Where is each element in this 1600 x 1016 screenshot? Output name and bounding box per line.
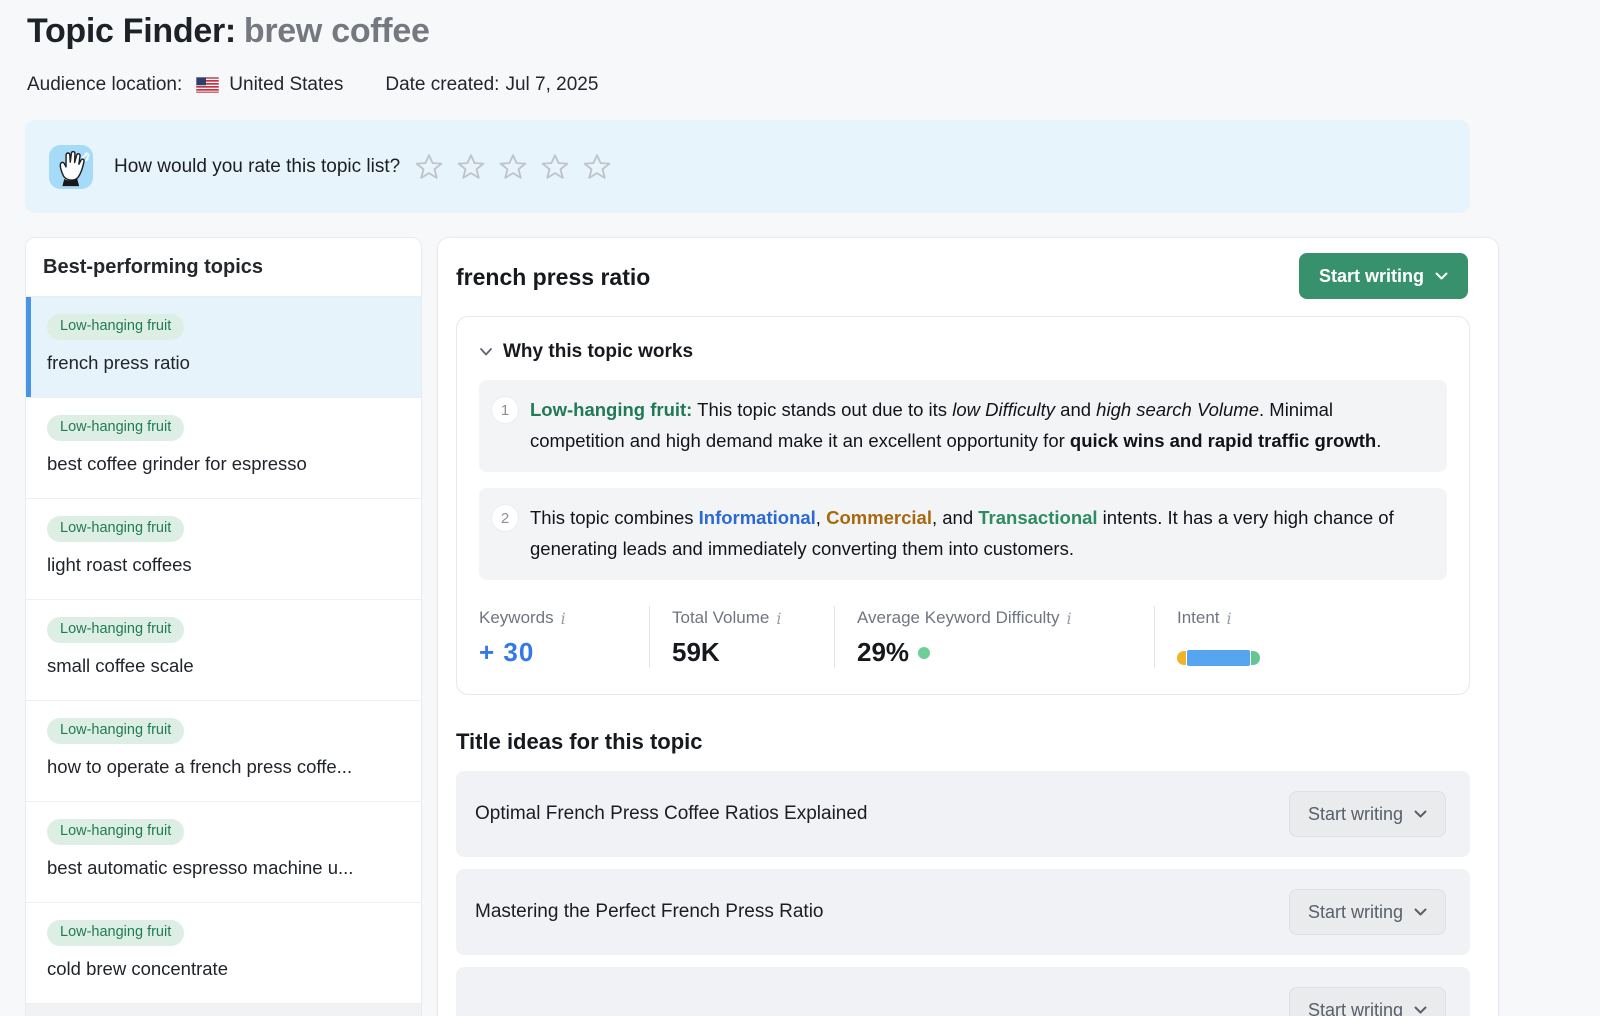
sidebar-item-best-coffee-grinder[interactable]: Low-hanging fruit best coffee grinder fo… xyxy=(26,398,421,499)
best-performing-topics-panel: Best-performing topics Low-hanging fruit… xyxy=(25,237,422,1016)
title-idea-text: Mastering the Perfect French Press Ratio xyxy=(475,901,823,923)
title-ideas-heading: Title ideas for this topic xyxy=(456,729,703,755)
start-writing-label: Start writing xyxy=(1319,266,1424,287)
difficulty-status-dot xyxy=(918,647,930,659)
title-idea-card: Optimal French Press Coffee Ratios Expla… xyxy=(456,771,1470,857)
low-hanging-fruit-badge: Low-hanging fruit xyxy=(47,314,184,340)
page-title-prefix: Topic Finder: xyxy=(27,12,236,50)
info-icon[interactable]: i xyxy=(1227,609,1232,628)
difficulty-value: 29% xyxy=(857,637,1154,668)
chevron-down-icon xyxy=(1414,1006,1427,1015)
sidebar-item-cold-brew-concentrate[interactable]: Low-hanging fruit cold brew concentrate xyxy=(26,903,421,1004)
topic-detail-panel: french press ratio Start writing Why thi… xyxy=(437,237,1499,1016)
sidebar-item-label: small coffee scale xyxy=(47,655,406,677)
intent-commercial: Commercial xyxy=(826,507,932,528)
page-subtitle: Audience location: United States Date cr… xyxy=(27,74,598,96)
page-title: Topic Finder:brew coffee xyxy=(27,12,430,51)
reason-low-hanging-fruit: 1 Low-hanging fruit: This topic stands o… xyxy=(479,380,1447,472)
low-hanging-fruit-badge: Low-hanging fruit xyxy=(47,718,184,744)
info-icon[interactable]: i xyxy=(561,609,566,628)
star-icon[interactable] xyxy=(456,152,486,182)
audience-location-label: Audience location: xyxy=(27,74,182,96)
difficulty-label: Average Keyword Difficulty xyxy=(857,608,1060,628)
intent-transactional: Transactional xyxy=(978,507,1097,528)
rating-banner: How would you rate this topic list? xyxy=(25,120,1470,213)
start-writing-button[interactable]: Start writing xyxy=(1289,987,1446,1016)
metric-total-volume: Total Volume i 59K xyxy=(649,606,834,668)
start-writing-label: Start writing xyxy=(1308,804,1403,825)
sidebar-item-how-to-operate-french-press[interactable]: Low-hanging fruit how to operate a frenc… xyxy=(26,701,421,802)
title-idea-text: Optimal French Press Coffee Ratios Expla… xyxy=(475,803,868,825)
sidebar-item-label: french press ratio xyxy=(47,352,406,374)
title-idea-card-partial: Start writing xyxy=(456,967,1470,1016)
sidebar-item-label: best automatic espresso machine u... xyxy=(47,857,406,879)
start-writing-button[interactable]: Start writing xyxy=(1299,253,1468,299)
start-writing-label: Start writing xyxy=(1308,902,1403,923)
star-icon[interactable] xyxy=(582,152,612,182)
reason-intents: 2 This topic combines Informational, Com… xyxy=(479,488,1447,580)
start-writing-button[interactable]: Start writing xyxy=(1289,791,1446,837)
info-icon[interactable]: i xyxy=(776,609,781,628)
start-writing-label: Start writing xyxy=(1308,1000,1403,1016)
sidebar-item-french-press-ratio[interactable]: Low-hanging fruit french press ratio xyxy=(26,297,421,398)
topic-title: french press ratio xyxy=(456,264,650,291)
chevron-down-icon xyxy=(1414,908,1427,917)
metric-keyword-difficulty: Average Keyword Difficulty i 29% xyxy=(834,606,1154,668)
intent-label: Intent xyxy=(1177,608,1220,628)
start-writing-button[interactable]: Start writing xyxy=(1289,889,1446,935)
chevron-down-icon xyxy=(479,347,493,357)
total-volume-label: Total Volume xyxy=(672,608,769,628)
why-topic-works-header[interactable]: Why this topic works xyxy=(479,341,1447,363)
sidebar-item-label: how to operate a french press coffe... xyxy=(47,756,406,778)
low-hanging-fruit-badge: Low-hanging fruit xyxy=(47,920,184,946)
date-created-label: Date created: xyxy=(385,74,499,96)
chevron-down-icon xyxy=(1414,810,1427,819)
rating-stars xyxy=(414,152,612,182)
intent-bar-commercial-segment xyxy=(1177,651,1186,665)
metric-intent: Intent i xyxy=(1154,606,1447,668)
date-created: Date created: Jul 7, 2025 xyxy=(385,74,598,96)
date-created-value: Jul 7, 2025 xyxy=(505,74,598,96)
audience-location-value: United States xyxy=(229,74,343,96)
reason-number-badge: 2 xyxy=(492,505,518,531)
star-icon[interactable] xyxy=(498,152,528,182)
keywords-value: + 30 xyxy=(479,637,649,668)
sidebar-item-label: cold brew concentrate xyxy=(47,958,406,980)
intent-bar-informational-segment xyxy=(1187,650,1250,666)
sidebar-title: Best-performing topics xyxy=(26,238,421,297)
chevron-down-icon xyxy=(1435,272,1448,281)
low-hanging-fruit-badge: Low-hanging fruit xyxy=(47,516,184,542)
keywords-label: Keywords xyxy=(479,608,554,628)
low-hanging-fruit-badge: Low-hanging fruit xyxy=(47,819,184,845)
intent-bar-transactional-segment xyxy=(1251,651,1260,665)
reason-text: Low-hanging fruit: This topic stands out… xyxy=(530,394,1427,456)
sidebar-item-small-coffee-scale[interactable]: Low-hanging fruit small coffee scale xyxy=(26,600,421,701)
waving-hand-icon xyxy=(48,144,94,190)
intent-informational: Informational xyxy=(699,507,816,528)
us-flag-icon xyxy=(196,77,219,93)
sidebar-item-best-automatic-espresso[interactable]: Low-hanging fruit best automatic espress… xyxy=(26,802,421,903)
metric-keywords: Keywords i + 30 xyxy=(479,606,649,668)
reason-text: This topic combines Informational, Comme… xyxy=(530,502,1427,564)
rating-question: How would you rate this topic list? xyxy=(114,156,400,178)
title-idea-card: Mastering the Perfect French Press Ratio… xyxy=(456,869,1470,955)
sidebar-next-item-partial xyxy=(26,1004,421,1016)
low-hanging-fruit-badge: Low-hanging fruit xyxy=(47,415,184,441)
star-icon[interactable] xyxy=(414,152,444,182)
why-topic-works-title: Why this topic works xyxy=(503,341,693,363)
why-topic-works-card: Why this topic works 1 Low-hanging fruit… xyxy=(456,316,1470,695)
star-icon[interactable] xyxy=(540,152,570,182)
intent-distribution-bar xyxy=(1177,650,1447,666)
sidebar-item-light-roast-coffees[interactable]: Low-hanging fruit light roast coffees xyxy=(26,499,421,600)
total-volume-value: 59K xyxy=(672,637,834,668)
sidebar-item-label: light roast coffees xyxy=(47,554,406,576)
reason-number-badge: 1 xyxy=(492,397,518,423)
low-hanging-fruit-badge: Low-hanging fruit xyxy=(47,617,184,643)
page-title-query: brew coffee xyxy=(244,12,430,50)
topic-metrics-row: Keywords i + 30 Total Volume i 59K Avera… xyxy=(479,606,1447,668)
info-icon[interactable]: i xyxy=(1067,609,1072,628)
sidebar-item-label: best coffee grinder for espresso xyxy=(47,453,406,475)
